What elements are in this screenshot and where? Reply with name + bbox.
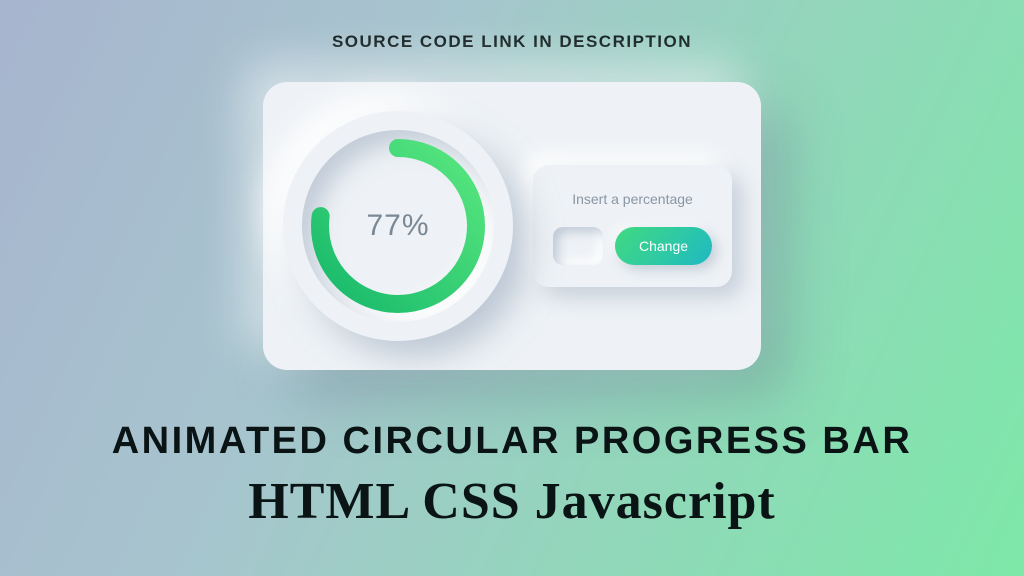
progress-outer-neumorphic: 77% [283,111,513,341]
banner-title: ANIMATED CIRCULAR PROGRESS BAR [0,420,1024,463]
change-button[interactable]: Change [615,227,712,265]
controls-row: Change [553,227,712,265]
progress-ring: 77% [302,130,494,322]
progress-svg [311,139,485,313]
percentage-input[interactable] [553,227,603,265]
controls-panel: Insert a percentage Change [533,165,732,287]
main-card: 77% Insert a percentage Change [263,82,761,370]
banner-top-text: SOURCE CODE LINK IN DESCRIPTION [0,32,1024,52]
banner-subtitle: HTML CSS Javascript [0,472,1024,531]
progress-arc [320,148,476,304]
controls-label: Insert a percentage [572,191,693,207]
